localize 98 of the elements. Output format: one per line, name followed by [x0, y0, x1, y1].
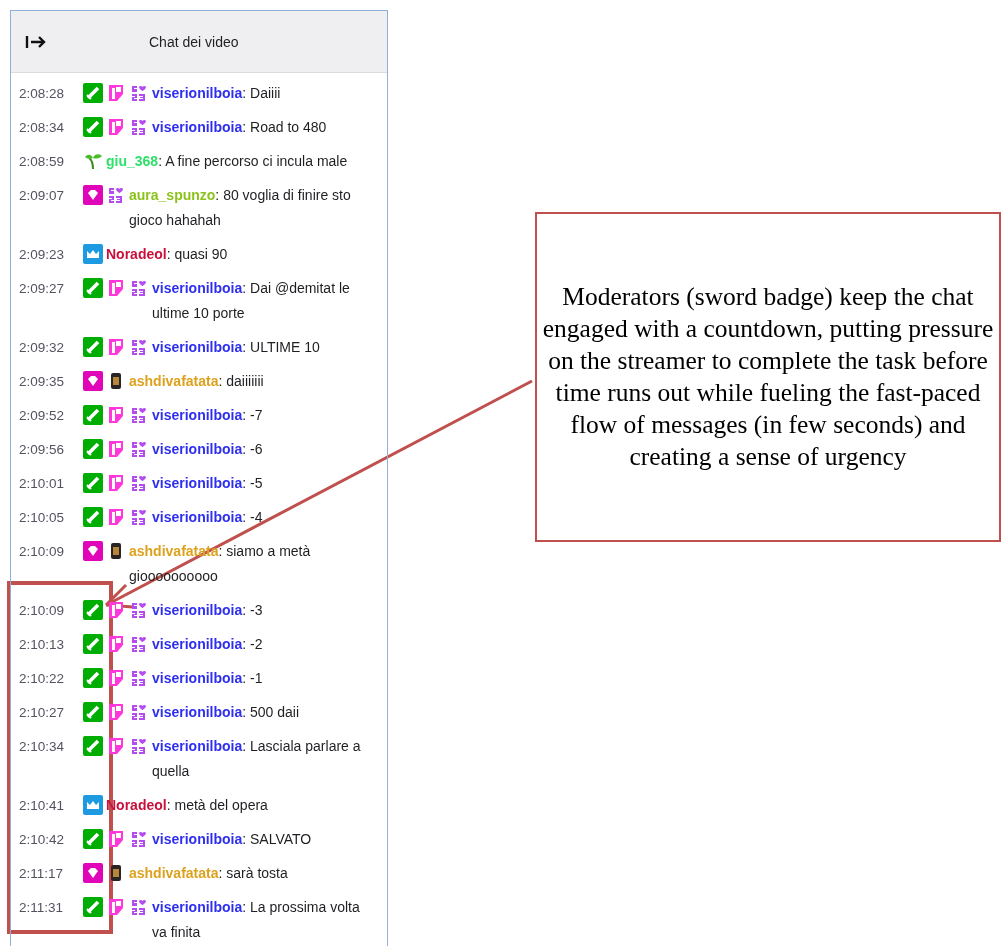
moderator-badge-icon [83, 337, 103, 357]
timestamp: 2:08:34 [19, 119, 66, 137]
timestamp: 2:09:07 [19, 187, 66, 205]
moderator-badge-icon [83, 702, 103, 722]
gem-badge-icon [83, 863, 103, 883]
chat-title: Chat dei video [149, 33, 239, 50]
collapse-icon [25, 34, 47, 49]
gem-badge-icon [83, 185, 103, 205]
chat-message: aura_spunzo: 80 voglia di finire sto gioco hahahah [129, 186, 352, 230]
timestamp: 2:09:23 [19, 246, 66, 264]
moderator-badge-icon [83, 439, 103, 459]
heart-badge-icon [106, 185, 126, 205]
timestamp: 2:10:09 [19, 543, 66, 561]
chat-message: viserionilboia: Daiiii [152, 84, 282, 103]
heart-badge-icon [129, 439, 149, 459]
annotation-text: Moderators (sword badge) keep the chat engaged with a countdown, putting pressure on the streamer to complete the task before time runs out while fueling the fast-paced flow of messages (in few seconds) and creating a sense of urgency [541, 281, 995, 473]
chat-message: viserionilboia: La prossima volta va finita [152, 898, 361, 942]
chat-message: viserionilboia: SALVATO [152, 830, 313, 849]
flag-badge-icon [106, 702, 126, 722]
flag-badge-icon [106, 473, 126, 493]
chat-message: viserionilboia: -2 [152, 635, 264, 654]
heart-badge-icon [129, 83, 149, 103]
timestamp: 2:09:56 [19, 441, 66, 459]
timestamp: 2:09:35 [19, 373, 66, 391]
timestamp: 2:11:31 [19, 899, 65, 917]
timestamp: 2:10:22 [19, 670, 66, 688]
heart-badge-icon [129, 600, 149, 620]
heart-badge-icon [129, 897, 149, 917]
gem-badge-icon [83, 371, 103, 391]
chat-message: Noradeol: quasi 90 [106, 245, 229, 264]
gem-badge-icon [83, 541, 103, 561]
moderator-badge-icon [83, 83, 103, 103]
moderator-badge-icon [83, 405, 103, 425]
moderator-badge-icon [83, 897, 103, 917]
moderator-badge-icon [83, 278, 103, 298]
moderator-badge-icon [83, 600, 103, 620]
moderator-badge-icon [83, 473, 103, 493]
timestamp: 2:09:52 [19, 407, 66, 425]
heart-badge-icon [129, 278, 149, 298]
timestamp: 2:10:41 [19, 797, 66, 815]
flag-badge-icon [106, 439, 126, 459]
chat-message: viserionilboia: -6 [152, 440, 264, 459]
moderator-badge-icon [83, 736, 103, 756]
chat-message: ashdivafatata: daiiiiiii [129, 372, 265, 391]
timestamp: 2:08:59 [19, 153, 66, 171]
moderator-badge-icon [83, 507, 103, 527]
flag-badge-icon [106, 829, 126, 849]
chat-message: viserionilboia: ULTIME 10 [152, 338, 321, 357]
flag-badge-icon [106, 278, 126, 298]
moderator-badge-icon [83, 634, 103, 654]
timestamp: 2:09:32 [19, 339, 66, 357]
chat-message: viserionilboia: Lasciala parlare a quella [152, 737, 362, 781]
heart-badge-icon [129, 736, 149, 756]
chat-message: viserionilboia: -4 [152, 508, 264, 527]
timestamp: 2:10:27 [19, 704, 66, 722]
heart-badge-icon [129, 668, 149, 688]
flag-badge-icon [106, 83, 126, 103]
timestamp: 2:10:01 [19, 475, 66, 493]
chat-message: ashdivafatata: sarà tosta [129, 864, 289, 883]
flag-badge-icon [106, 337, 126, 357]
timestamp: 2:10:05 [19, 509, 66, 527]
flag-badge-icon [106, 634, 126, 654]
chat-message: viserionilboia: -7 [152, 406, 264, 425]
heart-badge-icon [129, 117, 149, 137]
heart-badge-icon [129, 829, 149, 849]
flag-badge-icon [106, 507, 126, 527]
timestamp: 2:08:28 [19, 85, 66, 103]
timestamp: 2:10:34 [19, 738, 66, 756]
timestamp: 2:10:09 [19, 602, 66, 620]
chat-message: viserionilboia: -1 [152, 669, 264, 688]
crown-badge-icon [83, 244, 103, 264]
heart-badge-icon [129, 507, 149, 527]
sprout-icon [83, 151, 103, 171]
chat-message: viserionilboia: -5 [152, 474, 264, 493]
moderator-badge-icon [83, 117, 103, 137]
timestamp: 2:10:13 [19, 636, 66, 654]
timestamp: 2:09:27 [19, 280, 66, 298]
heart-badge-icon [129, 337, 149, 357]
heart-badge-icon [129, 405, 149, 425]
timestamp: 2:10:42 [19, 831, 66, 849]
flag-badge-icon [106, 600, 126, 620]
heart-badge-icon [129, 473, 149, 493]
crown-badge-icon [83, 795, 103, 815]
chat-message: viserionilboia: Road to 480 [152, 118, 328, 137]
chat-message: viserionilboia: Dai @demitat le ultime 10 porte [152, 279, 351, 323]
timestamp: 2:11:17 [19, 865, 65, 883]
flag-badge-icon [106, 897, 126, 917]
flag-badge-icon [106, 736, 126, 756]
chat-message: viserionilboia: 500 daii [152, 703, 301, 722]
chat-message: viserionilboia: -3 [152, 601, 264, 620]
chat-message: giu_368: A fine percorso ci incula male [106, 152, 349, 171]
flag-badge-icon [106, 405, 126, 425]
moderator-badge-icon [83, 668, 103, 688]
flag-badge-icon [106, 117, 126, 137]
heart-badge-icon [129, 634, 149, 654]
moderator-badge-icon [83, 829, 103, 849]
flag-badge-icon [106, 668, 126, 688]
heart-badge-icon [129, 702, 149, 722]
